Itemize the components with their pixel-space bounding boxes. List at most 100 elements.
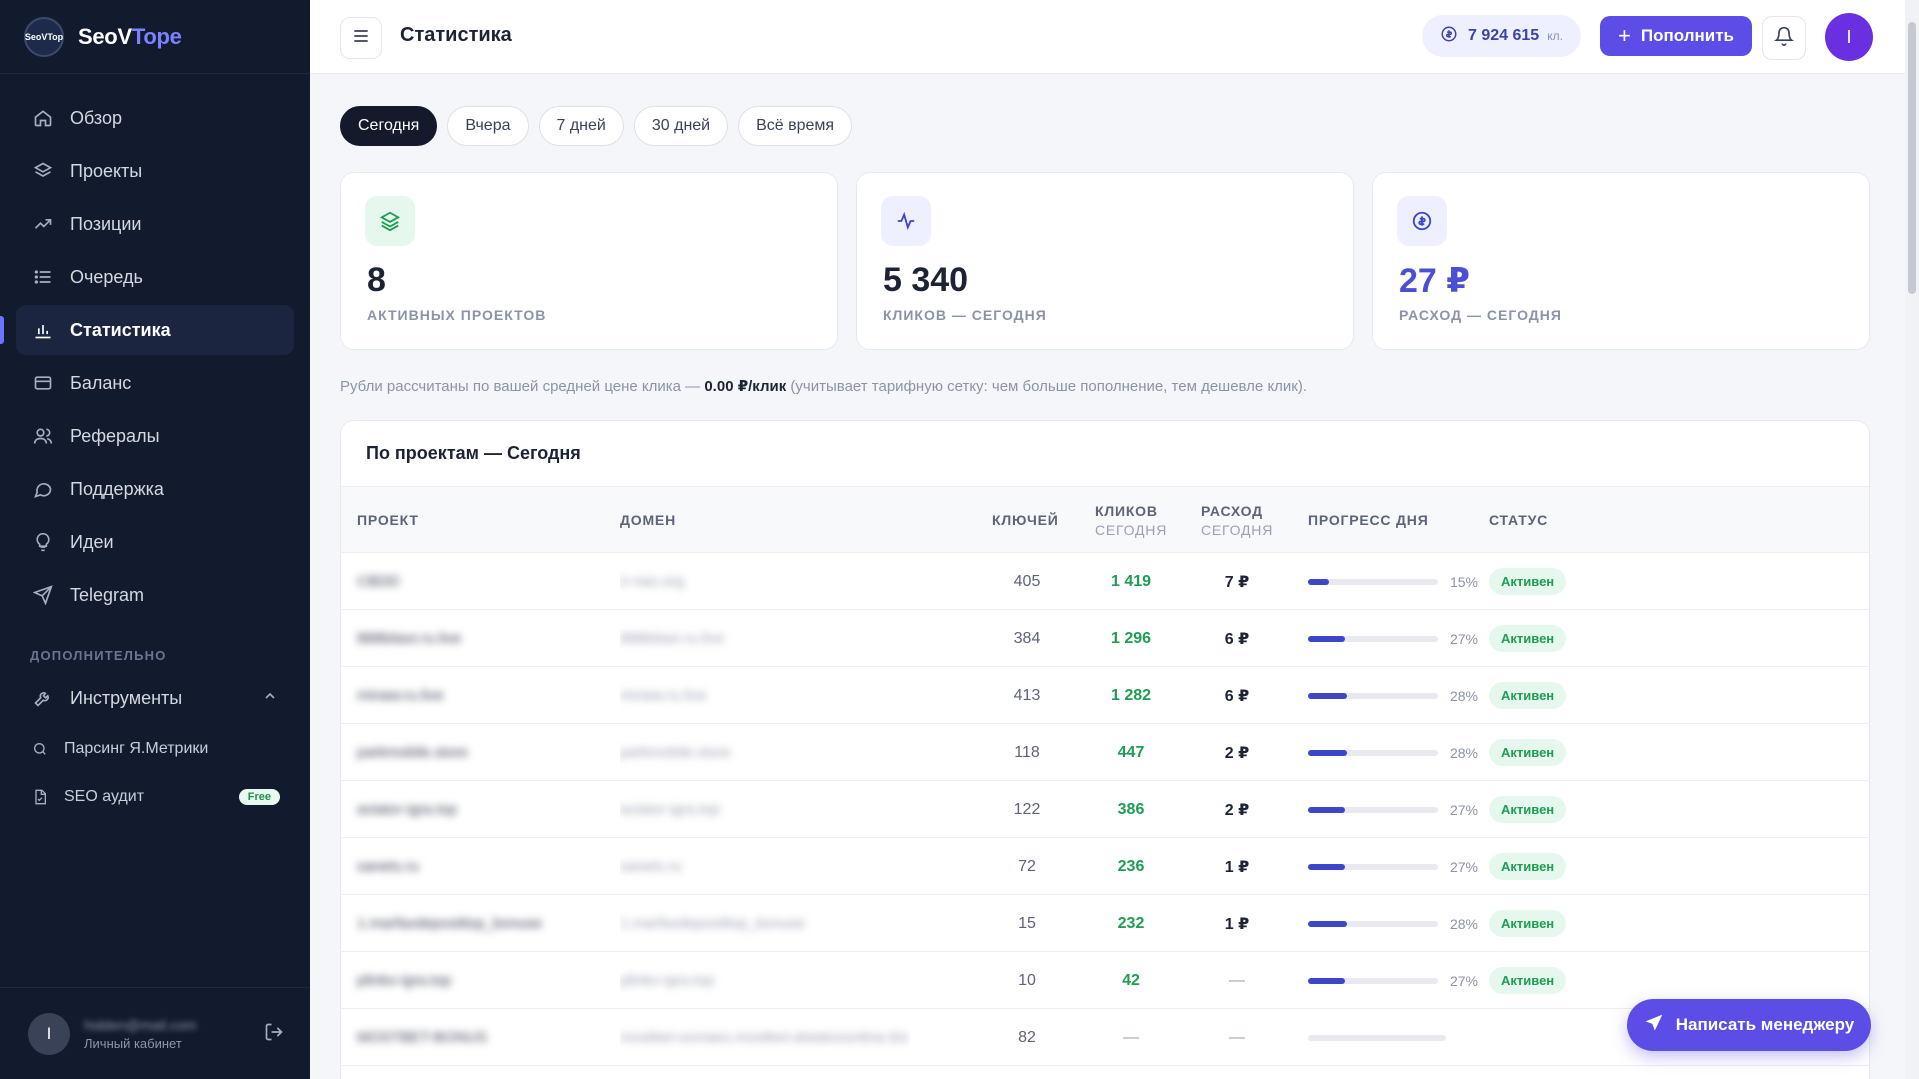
column-keys[interactable]: КЛЮЧЕЙ bbox=[992, 487, 1059, 553]
hamburger-icon bbox=[351, 26, 371, 51]
sidebar-item-overview[interactable]: Обзор bbox=[16, 93, 294, 143]
table-header: ПРОЕКТ ДОМЕН КЛЮЧЕЙ КЛИКОВ СЕГОДНЯ РАСХОД… bbox=[341, 487, 1869, 553]
table-row[interactable]: plinko-igra.top plinko-igra.top 10 42 — 27% Ак… bbox=[341, 952, 1869, 1009]
project-domain: sanets.ru bbox=[620, 858, 682, 875]
project-domain: aviator-igra.top bbox=[620, 801, 721, 818]
sidebar-item-ideas[interactable]: Идеи bbox=[16, 517, 294, 567]
logout-icon[interactable] bbox=[264, 1022, 284, 1047]
sidebar-item-support[interactable]: Поддержка bbox=[16, 464, 294, 514]
table-row[interactable]: CBDD ir-nao.org 405 1 419 7 ₽ 15% Активен bbox=[341, 553, 1869, 610]
balance-unit: кл. bbox=[1547, 29, 1563, 43]
sidebar-item-referrals[interactable]: Рефералы bbox=[16, 411, 294, 461]
day-progress: 27% bbox=[1308, 781, 1478, 838]
topup-button[interactable]: + Пополнить bbox=[1600, 16, 1752, 56]
progress-percent: 27% bbox=[1449, 801, 1478, 818]
clicks-today: 236 bbox=[1117, 857, 1145, 875]
project-name[interactable]: parkmobile.store bbox=[357, 724, 607, 781]
table-row[interactable]: minaw.ru.live minaw.ru.live 413 1 282 6 ₽ 28%… bbox=[341, 667, 1869, 724]
project-name[interactable]: sanets.ru bbox=[357, 838, 607, 895]
sidebar-item-projects[interactable]: Проекты bbox=[16, 146, 294, 196]
project-name[interactable]: 888bitaxi.ru.live bbox=[357, 610, 607, 667]
user-info: hidden@mail.com Личный кабинет bbox=[84, 1017, 196, 1051]
tab-30-days[interactable]: 30 дней bbox=[633, 106, 729, 146]
status-cell: Активен bbox=[1489, 781, 1567, 838]
sidebar-item-telegram[interactable]: Telegram bbox=[16, 570, 294, 620]
bulb-icon bbox=[32, 531, 54, 553]
day-progress: 28% bbox=[1308, 724, 1478, 781]
progress-percent: 27% bbox=[1449, 972, 1478, 989]
table-row[interactable]: 888bitaxi.ru.live 888bitaxi.ru.live 384 1 2… bbox=[341, 610, 1869, 667]
column-domain[interactable]: ДОМЕН bbox=[620, 487, 676, 553]
project-domain: parkmobile.store bbox=[620, 744, 731, 761]
sidebar-item-balance[interactable]: Баланс bbox=[16, 358, 294, 408]
project-domain: ir-nao.org bbox=[620, 573, 685, 590]
table-row[interactable]: parkmobile.store parkmobile.store 118 447 2 … bbox=[341, 724, 1869, 781]
progress-percent: 27% bbox=[1449, 630, 1478, 647]
stat-card-projects: 8 АКТИВНЫХ ПРОЕКТОВ bbox=[340, 172, 838, 350]
tab-yesterday[interactable]: Вчера bbox=[447, 106, 529, 146]
status-badge: Активен bbox=[1489, 967, 1567, 994]
layers-icon bbox=[32, 160, 54, 182]
table-row[interactable]: aviator-igra.top aviator-igra.top 122 386 2 … bbox=[341, 781, 1869, 838]
clicks-today: 232 bbox=[1117, 914, 1145, 932]
column-status[interactable]: СТАТУС bbox=[1489, 487, 1548, 553]
project-name[interactable]: 1.marfaxdeposittop_bonuse bbox=[357, 895, 607, 952]
stat-value: 27 ₽ bbox=[1399, 262, 1470, 300]
project-name[interactable]: minaw.ru.live bbox=[357, 667, 607, 724]
clicks-today: 1 419 bbox=[1110, 572, 1152, 590]
project-domain: minaw.ru.live bbox=[620, 687, 707, 704]
notifications-button[interactable] bbox=[1762, 16, 1806, 60]
tab-7-days[interactable]: 7 дней bbox=[538, 106, 624, 146]
table-title: По проектам — Сегодня bbox=[341, 421, 1869, 487]
column-cost[interactable]: РАСХОД СЕГОДНЯ bbox=[1201, 487, 1273, 553]
sidebar-item-statistics[interactable]: Статистика bbox=[0, 305, 294, 355]
sidebar-subitem-seo-audit[interactable]: SEO аудит Free bbox=[16, 774, 294, 820]
project-name[interactable]: MOSTBET-BONUS bbox=[357, 1009, 607, 1066]
projects-table: По проектам — Сегодня ПРОЕКТ ДОМЕН КЛЮЧЕ… bbox=[340, 420, 1870, 1079]
status-badge: Активен bbox=[1489, 625, 1567, 652]
status-badge: Активен bbox=[1489, 910, 1567, 937]
bar-chart-icon bbox=[32, 319, 54, 341]
column-project[interactable]: ПРОЕКТ bbox=[357, 487, 419, 553]
tab-today[interactable]: Сегодня bbox=[340, 106, 438, 146]
avg-click-price: 0.00 ₽/клик bbox=[704, 378, 787, 395]
sidebar-item-positions[interactable]: Позиции bbox=[16, 199, 294, 249]
project-name[interactable]: CBDD bbox=[357, 553, 607, 610]
brand[interactable]: SeoVTop SeoVTope bbox=[0, 0, 310, 74]
bell-icon bbox=[1773, 26, 1795, 51]
chat-icon bbox=[32, 478, 54, 500]
chevron-up-icon[interactable] bbox=[262, 688, 278, 709]
sidebar-item-queue[interactable]: Очередь bbox=[16, 252, 294, 302]
sidebar-item-tools[interactable]: Инструменты bbox=[16, 673, 294, 723]
topbar: Статистика 7 924 615 кл. + Пополнить I bbox=[310, 0, 1919, 74]
stat-label: РАСХОД — СЕГОДНЯ bbox=[1399, 307, 1562, 323]
scrollbar[interactable] bbox=[1905, 0, 1919, 1079]
table-row[interactable]: sanets.ru sanets.ru 72 236 1 ₽ 27% Активен bbox=[341, 838, 1869, 895]
cost-today: 7 ₽ bbox=[1224, 573, 1250, 591]
menu-button[interactable] bbox=[340, 17, 382, 59]
avatar[interactable]: I bbox=[1825, 13, 1873, 61]
contact-manager-button[interactable]: Написать менеджеру bbox=[1627, 999, 1871, 1051]
user-block[interactable]: I hidden@mail.com Личный кабинет bbox=[0, 987, 310, 1079]
day-progress: 15% bbox=[1308, 553, 1478, 610]
column-progress[interactable]: ПРОГРЕСС ДНЯ bbox=[1308, 487, 1429, 553]
keys-count: 122 bbox=[1013, 800, 1041, 818]
sidebar-item-label: Очередь bbox=[70, 266, 143, 287]
project-domain: 1.marfaxdeposittop_bonuse bbox=[620, 915, 806, 932]
project-domain: plinko-igra.top bbox=[620, 972, 715, 989]
project-name[interactable]: aviator-igra.top bbox=[357, 781, 607, 838]
keys-count: 82 bbox=[1018, 1028, 1036, 1046]
column-clicks[interactable]: КЛИКОВ СЕГОДНЯ bbox=[1095, 487, 1167, 553]
sidebar-subitem-metrika-parsing[interactable]: Парсинг Я.Метрики bbox=[16, 726, 294, 772]
status-cell: Активен bbox=[1489, 667, 1567, 724]
scrollbar-thumb[interactable] bbox=[1908, 22, 1916, 294]
tab-all-time[interactable]: Всё время bbox=[738, 106, 853, 146]
project-name[interactable]: plinko-igra.top bbox=[357, 952, 607, 1009]
table-row[interactable]: 1.marfaxdeposittop_bonuse 1.marfaxdeposit… bbox=[341, 895, 1869, 952]
project-domain: 888bitaxi.ru.live bbox=[620, 630, 725, 647]
balance-pill[interactable]: 7 924 615 кл. bbox=[1422, 15, 1581, 57]
avatar[interactable]: I bbox=[28, 1012, 70, 1055]
trend-icon bbox=[32, 213, 54, 235]
status-cell: Активен bbox=[1489, 895, 1567, 952]
sidebar-item-label: Инструменты bbox=[70, 687, 183, 708]
